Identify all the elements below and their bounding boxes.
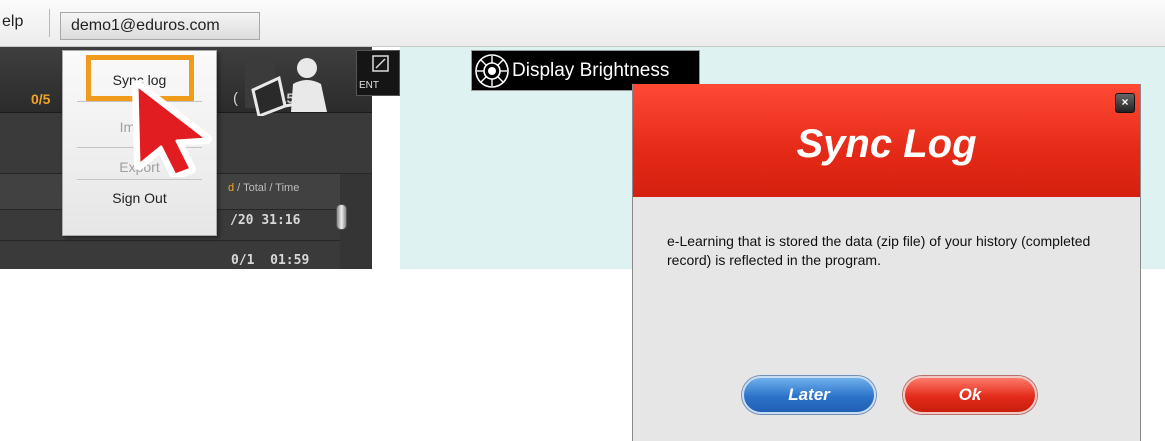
row-value: /20 31:16 <box>230 213 300 228</box>
later-button[interactable]: Later <box>742 376 876 414</box>
dialog-header: Sync Log × <box>633 84 1140 197</box>
column-legend: d / Total / Time <box>228 182 299 194</box>
menu-item-sign-out[interactable]: Sign Out <box>63 190 216 206</box>
expand-icon <box>372 55 389 72</box>
event-toolbar-button[interactable]: ENT <box>356 50 400 96</box>
progress-paren-open: ( <box>233 90 238 107</box>
dialog-title: Sync Log <box>796 122 977 166</box>
close-icon[interactable]: × <box>1115 93 1135 113</box>
pointer-cursor-icon <box>132 80 212 177</box>
menu-help[interactable]: elp <box>2 13 23 31</box>
row-count: /20 <box>230 213 254 228</box>
legend-rest: / Total / Time <box>234 182 300 194</box>
row-time: 01:59 <box>270 253 310 268</box>
brightness-icon <box>475 54 509 88</box>
menu-separator <box>49 9 50 37</box>
user-account-button[interactable]: demo1@eduros.com <box>60 12 260 40</box>
scrollbar-thumb[interactable] <box>336 204 347 230</box>
ok-button[interactable]: Ok <box>903 376 1037 414</box>
menu-bar: elp demo1@eduros.com <box>0 0 1165 47</box>
dialog-message: e-Learning that is stored the data (zip … <box>667 233 1091 268</box>
display-brightness-label: Display Brightness <box>512 60 670 81</box>
sync-log-dialog: Sync Log × e-Learning that is stored the… <box>632 84 1141 441</box>
row-time: 31:16 <box>261 213 301 228</box>
menu-divider <box>77 179 202 180</box>
progress-counter-left: 0/5 <box>31 91 51 107</box>
toolbar-button-label: ENT <box>359 80 379 91</box>
person-laptop-icon[interactable] <box>245 54 345 116</box>
row-value: 0/1 01:59 <box>231 253 309 268</box>
row-count: 0/1 <box>231 253 255 268</box>
